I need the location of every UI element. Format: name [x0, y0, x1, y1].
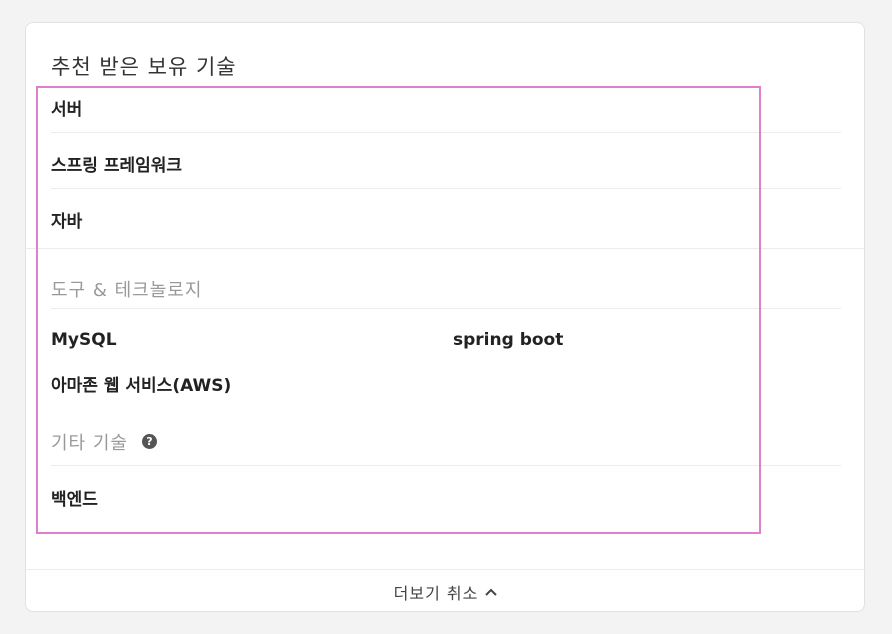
skill-item: 스프링 프레임워크	[51, 156, 183, 176]
show-less-button[interactable]: 더보기 취소	[26, 569, 866, 614]
show-less-label: 더보기 취소	[393, 584, 479, 603]
divider	[51, 132, 841, 133]
card-title: 추천 받은 보유 기술	[51, 55, 237, 79]
tool-item: MySQL	[51, 330, 117, 350]
tools-section-label: 도구 & 테크놀로지	[51, 280, 203, 301]
other-section-label: 기타 기술	[51, 433, 128, 454]
other-skill-item: 백엔드	[51, 490, 98, 510]
divider	[51, 465, 841, 466]
skill-item: 자바	[51, 212, 83, 232]
skill-item: 서버	[51, 100, 83, 120]
divider	[51, 188, 841, 189]
section-divider	[26, 248, 864, 249]
divider	[51, 308, 841, 309]
tool-item: spring boot	[453, 330, 564, 350]
question-circle-icon[interactable]: ?	[142, 434, 157, 449]
chevron-up-icon	[485, 588, 498, 596]
tool-item: 아마존 웹 서비스(AWS)	[51, 376, 232, 396]
recommended-skills-card: 추천 받은 보유 기술 서버 스프링 프레임워크 자바 도구 & 테크놀로지 M…	[25, 22, 866, 614]
